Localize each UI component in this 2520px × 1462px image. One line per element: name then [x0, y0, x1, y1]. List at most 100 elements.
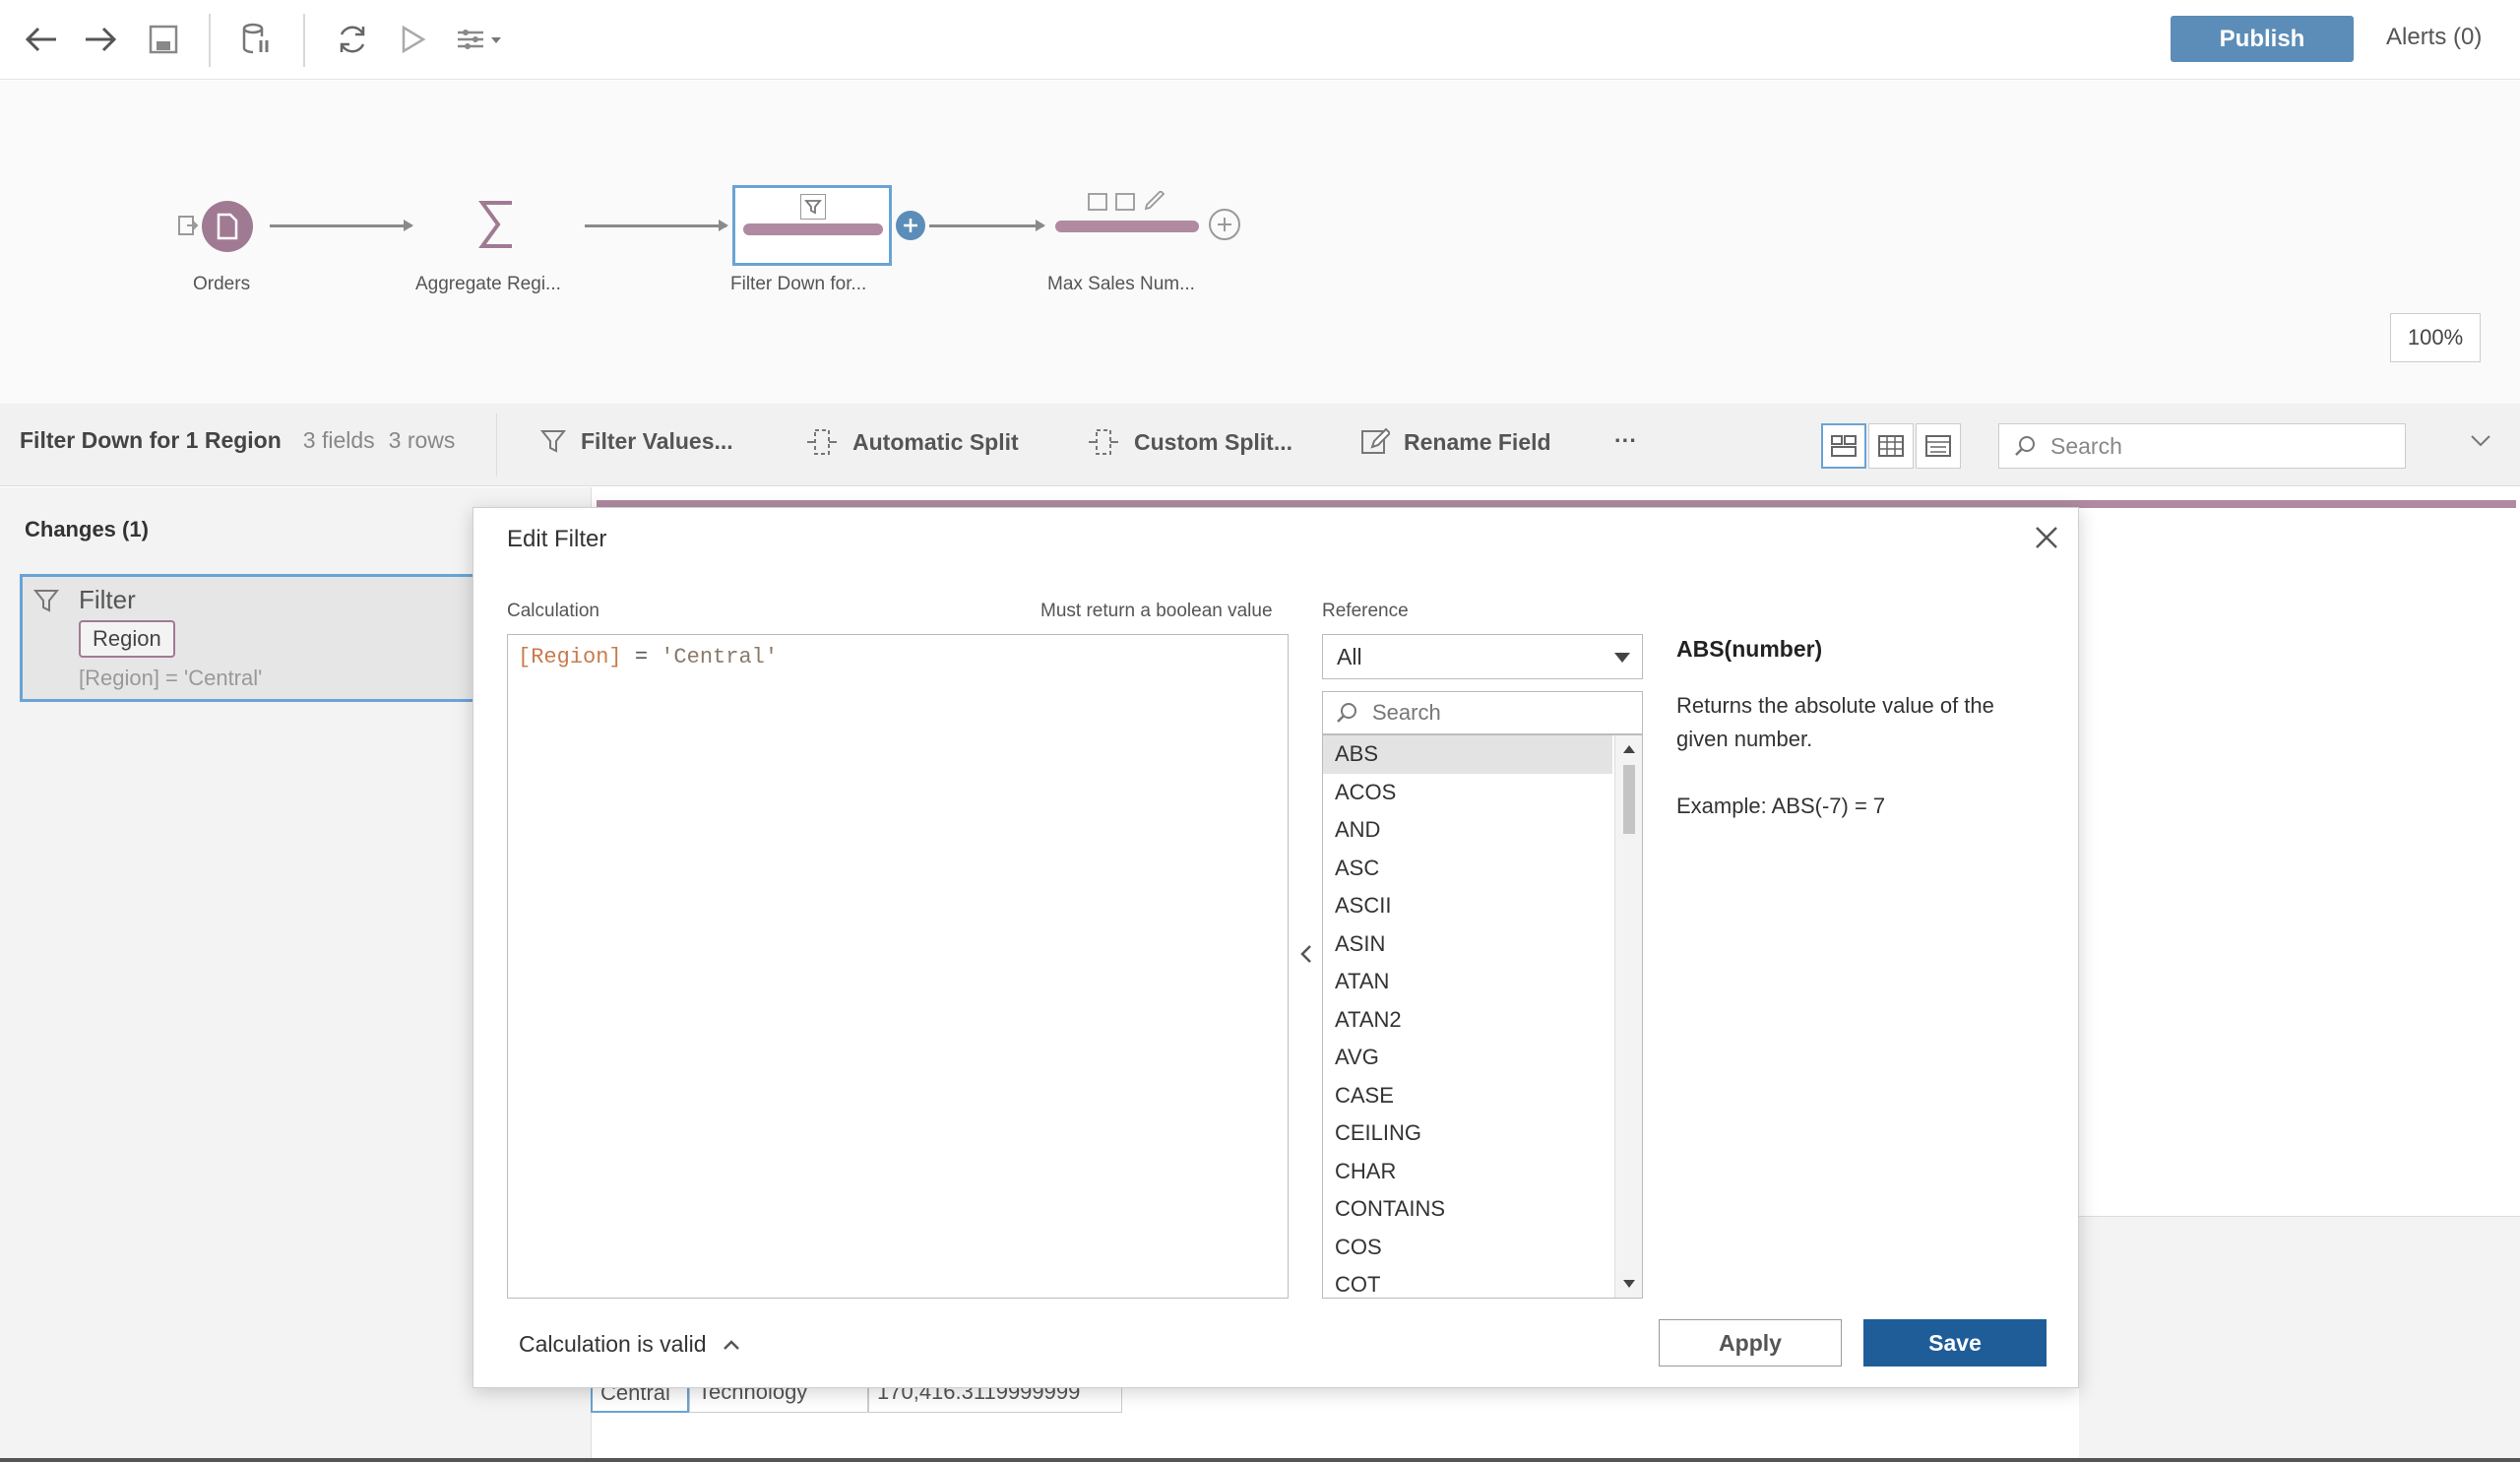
data-grid-button[interactable] — [1868, 423, 1914, 469]
reference-dropdown[interactable]: All — [1322, 634, 1643, 679]
filter-icon — [800, 194, 826, 220]
function-list: ABS ACOS AND ASC ASCII ASIN ATAN ATAN2 AVG CASE CE… — [1322, 734, 1643, 1299]
split-icon — [1089, 429, 1118, 455]
scroll-down-icon[interactable] — [1623, 1280, 1635, 1288]
function-list-item[interactable]: AVG — [1323, 1039, 1612, 1077]
function-list-item[interactable]: ASC — [1323, 850, 1612, 888]
bottom-border — [0, 1458, 2520, 1462]
function-list-item[interactable]: ASCII — [1323, 887, 1612, 925]
document-icon — [217, 213, 238, 240]
add-step-icon[interactable] — [896, 211, 925, 240]
run-icon[interactable] — [392, 18, 435, 61]
calculation-status-text: Calculation is valid — [519, 1331, 707, 1357]
sigma-icon — [478, 201, 512, 248]
function-search-placeholder: Search — [1372, 700, 1441, 725]
back-icon[interactable] — [20, 18, 63, 61]
calc-string-token: 'Central' — [661, 645, 779, 669]
changes-title: Changes (1) — [25, 517, 149, 541]
filter-values-label: Filter Values... — [581, 427, 733, 454]
zoom-level[interactable]: 100% — [2390, 313, 2481, 362]
more-actions-button[interactable]: ··· — [1614, 427, 1637, 454]
save-icon[interactable] — [142, 18, 185, 61]
orders-node[interactable] — [202, 201, 253, 252]
close-icon[interactable] — [2029, 520, 2064, 555]
function-list-item[interactable]: CONTAINS — [1323, 1190, 1612, 1229]
step-name: Filter Down for 1 Region — [20, 427, 282, 453]
field-count: 3 fields — [302, 427, 375, 453]
change-card[interactable]: Filter Region [Region] = 'Central' — [20, 574, 512, 702]
field-pill: Region — [79, 620, 175, 658]
profile-view-button[interactable] — [1821, 423, 1866, 469]
input-node-side-icon — [177, 215, 199, 236]
filter-values-button[interactable]: Filter Values... — [539, 427, 733, 455]
separator — [209, 14, 211, 67]
toolbar: Publish Alerts (0) — [0, 0, 2520, 80]
custom-split-label: Custom Split... — [1134, 428, 1292, 455]
search-icon — [1337, 703, 1356, 723]
function-list-scrollbar[interactable] — [1614, 735, 1642, 1298]
change-expression: [Region] = 'Central' — [79, 666, 263, 690]
calculation-editor[interactable]: [Region] = 'Central' — [507, 634, 1289, 1299]
function-list-item[interactable]: AND — [1323, 811, 1612, 850]
change-type: Filter — [79, 585, 136, 614]
function-list-item[interactable]: ACOS — [1323, 774, 1612, 812]
collapse-reference-icon[interactable] — [1296, 939, 1316, 969]
flow-options-icon[interactable] — [451, 18, 510, 61]
step-search-field[interactable]: Search — [1998, 423, 2406, 469]
dialog-title: Edit Filter — [507, 526, 607, 552]
custom-split-button[interactable]: Custom Split... — [1087, 427, 1292, 457]
list-view-button[interactable] — [1916, 423, 1961, 469]
save-button[interactable]: Save — [1863, 1319, 2047, 1367]
function-list-item[interactable]: CEILING — [1323, 1114, 1612, 1153]
automatic-split-button[interactable]: Automatic Split — [805, 427, 1019, 457]
calc-operator: = — [621, 645, 662, 669]
function-list-item[interactable]: CHAR — [1323, 1153, 1612, 1191]
function-list-item[interactable]: COS — [1323, 1229, 1612, 1267]
reference-label: Reference — [1322, 601, 1409, 621]
function-list-item[interactable]: ABS — [1323, 735, 1612, 774]
calc-field-token: [Region] — [518, 645, 622, 669]
function-search-field[interactable]: Search — [1322, 691, 1643, 734]
max-sales-node[interactable] — [1055, 221, 1199, 232]
forward-icon[interactable] — [79, 18, 122, 61]
aggregate-node[interactable] — [476, 197, 516, 252]
calculation-hint: Must return a boolean value — [1040, 601, 1273, 621]
alerts-button[interactable]: Alerts (0) — [2386, 24, 2482, 51]
add-step-icon[interactable] — [1209, 209, 1240, 240]
scroll-thumb[interactable] — [1623, 765, 1635, 834]
calculation-status[interactable]: Calculation is valid — [519, 1331, 741, 1358]
edit-filter-dialog: Edit Filter Calculation Must return a bo… — [472, 507, 2079, 1388]
step-search-placeholder: Search — [2050, 432, 2122, 459]
function-list-item[interactable]: ATAN — [1323, 963, 1612, 1001]
step-header: Filter Down for 1 Region 3 fields 3 rows… — [0, 404, 2520, 486]
function-list-item[interactable]: CASE — [1323, 1077, 1612, 1115]
filter-node[interactable] — [732, 185, 892, 266]
rename-icon — [1361, 427, 1390, 454]
filter-icon — [32, 587, 60, 614]
function-items: ABS ACOS AND ASC ASCII ASIN ATAN ATAN2 AVG CASE CE… — [1323, 735, 1642, 1298]
grid-icon — [1878, 435, 1904, 457]
separator — [303, 14, 305, 67]
apply-button[interactable]: Apply — [1659, 1319, 1842, 1367]
function-list-item[interactable]: COT — [1323, 1266, 1612, 1298]
step-title: Filter Down for 1 Region 3 fields 3 rows — [20, 427, 455, 454]
function-list-item[interactable]: ATAN2 — [1323, 1001, 1612, 1040]
split-icon — [807, 429, 837, 455]
flow-connector — [270, 220, 413, 231]
refresh-icon[interactable] — [331, 18, 374, 61]
publish-button[interactable]: Publish — [2171, 16, 2354, 62]
chevron-down-icon[interactable] — [2469, 433, 2492, 449]
function-signature: ABS(number) — [1676, 636, 1823, 662]
scroll-up-icon[interactable] — [1623, 745, 1635, 753]
function-list-item[interactable]: ASIN — [1323, 925, 1612, 964]
function-description: Returns the absolute value of the given … — [1676, 693, 1994, 751]
function-example: Example: ABS(-7) = 7 — [1676, 794, 1886, 818]
data-interpreter-icon[interactable] — [234, 18, 278, 61]
filter-node-label: Filter Down for... — [730, 274, 867, 294]
list-icon — [1925, 435, 1951, 457]
reference-selected: All — [1337, 643, 1362, 669]
flow-connector — [585, 220, 728, 231]
automatic-split-label: Automatic Split — [852, 428, 1019, 455]
calculation-label: Calculation — [507, 601, 599, 621]
rename-field-button[interactable]: Rename Field — [1360, 427, 1551, 457]
